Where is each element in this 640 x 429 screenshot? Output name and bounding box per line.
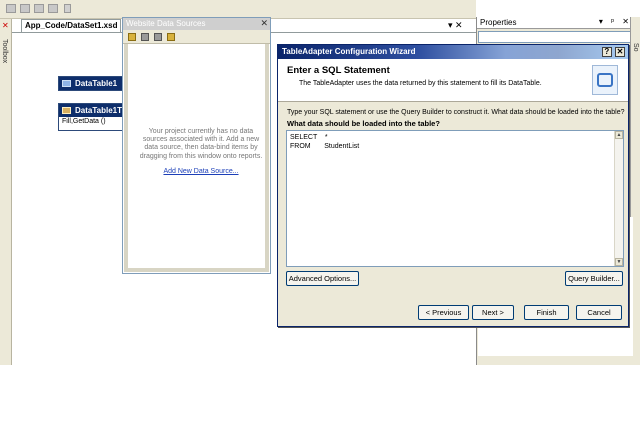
table-icon [62, 80, 71, 87]
properties-object-selector[interactable] [478, 31, 633, 43]
add-new-data-source-link[interactable]: Add New Data Source... [128, 168, 274, 175]
toolbox-icon: ✕ [2, 21, 9, 30]
wds-title-bar: Website Data Sources ✕ [123, 18, 270, 30]
properties-title-bar: Properties ▾ ᵖ ✕ [477, 17, 640, 29]
wizard-header: Enter a SQL Statement The TableAdapter u… [278, 59, 628, 102]
wds-title: Website Data Sources [126, 19, 206, 28]
advanced-options-button[interactable]: Advanced Options... [286, 271, 359, 286]
close-button[interactable]: ✕ [615, 47, 625, 57]
document-window-controls[interactable]: ▾ ✕ [448, 20, 472, 31]
datatable1t-box[interactable]: DataTable1T Fill,GetData () [58, 103, 125, 131]
properties-window-controls[interactable]: ▾ ᵖ ✕ [599, 17, 632, 26]
wizard-title-bar: TableAdapter Configuration Wizard ? ✕ [278, 45, 628, 59]
datatable1t-header: DataTable1T [59, 104, 124, 117]
wds-body: Your project currently has no data sourc… [124, 44, 269, 272]
add-datasource-icon[interactable] [128, 33, 136, 41]
scroll-up-icon[interactable]: ▲ [615, 131, 623, 139]
website-data-sources-window: Website Data Sources ✕ Your project curr… [122, 17, 271, 274]
datatable1-box[interactable]: DataTable1 [58, 76, 125, 91]
toolbar-button-4[interactable] [48, 4, 58, 13]
query-builder-button[interactable]: Query Builder... [565, 271, 623, 286]
cancel-button[interactable]: Cancel [576, 305, 622, 320]
sql-statement-editor[interactable]: SELECT * FROM StudentList ▲ ▼ [286, 130, 624, 267]
wizard-title: TableAdapter Configuration Wizard [282, 47, 416, 56]
scroll-down-icon[interactable]: ▼ [615, 258, 623, 266]
tableadapter-wizard-dialog: TableAdapter Configuration Wizard ? ✕ En… [277, 44, 629, 327]
toolbar-overflow-icon[interactable] [64, 4, 71, 13]
solution-explorer-label: So [632, 43, 639, 52]
document-tab[interactable]: App_Code/DataSet1.xsd [21, 19, 121, 32]
datatable1-title: DataTable1 [75, 79, 118, 88]
finish-button[interactable]: Finish [524, 305, 569, 320]
sql-text: SELECT * FROM StudentList [290, 134, 360, 150]
close-icon[interactable]: ✕ [260, 18, 268, 29]
refresh-icon[interactable] [167, 33, 175, 41]
wizard-step-description: The TableAdapter uses the data returned … [299, 80, 542, 87]
toolbar-button-2[interactable] [20, 4, 30, 13]
previous-button[interactable]: < Previous [418, 305, 469, 320]
wds-empty-message: Your project currently has no data sourc… [139, 128, 263, 160]
refresh-arrows-icon [592, 65, 618, 95]
wizard-prompt: Type your SQL statement or use the Query… [287, 109, 625, 116]
sql-scrollbar[interactable]: ▲ ▼ [614, 131, 623, 266]
wizard-question: What data should be loaded into the tabl… [287, 119, 440, 128]
help-button[interactable]: ? [601, 47, 612, 57]
toolbar-button-1[interactable] [6, 4, 16, 13]
toolbox-label: Toolbox [1, 39, 8, 64]
properties-title: Properties [480, 18, 517, 27]
datatable1-header: DataTable1 [59, 77, 124, 90]
next-button[interactable]: Next > [472, 305, 514, 320]
solution-explorer-strip[interactable]: So [630, 17, 640, 217]
toolbar-button-3[interactable] [34, 4, 44, 13]
datatable1t-title: DataTable1T [75, 106, 122, 115]
wizard-step-title: Enter a SQL Statement [287, 65, 390, 76]
edit-datasource-icon[interactable] [141, 33, 149, 41]
tableadapter-icon [62, 107, 71, 114]
configure-datasource-icon[interactable] [154, 33, 162, 41]
toolbox-strip[interactable]: ✕ Toolbox [0, 19, 12, 365]
datatable1t-method[interactable]: Fill,GetData () [59, 117, 124, 127]
wds-toolbar [123, 30, 270, 44]
